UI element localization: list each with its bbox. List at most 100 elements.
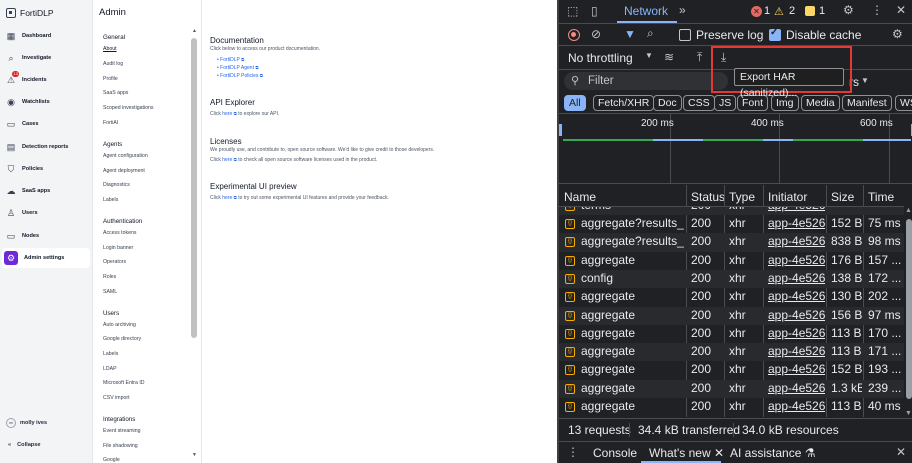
- table-row[interactable]: {} aggregate 200 xhr app-4e526af 1.3 kB 239 ..…: [559, 379, 904, 398]
- licenses-link[interactable]: here: [222, 157, 232, 163]
- admin-link-agent-configuration[interactable]: Agent configuration: [103, 153, 148, 159]
- chevron-down-icon[interactable]: ▼: [645, 52, 653, 60]
- error-count[interactable]: 1: [764, 5, 770, 17]
- cell-initiator[interactable]: app-4e526af: [768, 207, 825, 212]
- more-tabs-icon[interactable]: »: [679, 4, 686, 16]
- table-row[interactable]: {} aggregate 200 xhr app-4e526af 113 B 171 ...: [559, 343, 904, 362]
- doc-link-text[interactable]: FortiDLP Agent: [220, 65, 254, 71]
- issues-icon[interactable]: [805, 6, 815, 16]
- scroll-up-icon[interactable]: ▲: [192, 28, 197, 34]
- table-row[interactable]: {} aggregate 200 xhr app-4e526af 156 B 97 ms: [559, 306, 904, 325]
- disable-cache-label[interactable]: Disable cache: [786, 28, 861, 42]
- table-row[interactable]: {} aggregate 200 xhr app-4e526af 113 B 170 ...: [559, 325, 904, 343]
- nav-item-admin-settings[interactable]: ⚙ Admin settings: [2, 248, 90, 268]
- doc-link-fortidlp-agent[interactable]: FortiDLP Agent ⧉: [217, 65, 258, 71]
- admin-link-google[interactable]: Google: [103, 457, 120, 463]
- brand[interactable]: FortiDLP: [6, 6, 54, 20]
- nav-item-cases[interactable]: ▭ Cases: [2, 114, 90, 134]
- nav-item-nodes[interactable]: ▭ Nodes: [2, 226, 90, 246]
- cell-initiator[interactable]: app-4e526af: [768, 308, 825, 322]
- col-name[interactable]: Name: [564, 190, 596, 204]
- network-timeline[interactable]: 200 ms 400 ms 600 ms: [559, 114, 912, 184]
- scroll-down-icon[interactable]: ▼: [192, 452, 197, 458]
- warning-icon[interactable]: ⚠: [774, 5, 784, 18]
- doc-link-fortidlp[interactable]: FortiDLP ⧉: [217, 57, 244, 63]
- network-settings-icon[interactable]: ⚙: [892, 28, 903, 40]
- search-icon[interactable]: ⌕: [647, 27, 654, 39]
- more-filters-chevron-icon[interactable]: ▼: [861, 77, 869, 85]
- scroll-down-icon[interactable]: ▼: [905, 410, 912, 417]
- admin-link-google-directory[interactable]: Google directory: [103, 336, 141, 342]
- chip-fetch-xhr[interactable]: Fetch/XHR: [593, 95, 655, 111]
- preserve-log-label[interactable]: Preserve log: [696, 28, 763, 42]
- col-initiator[interactable]: Initiator: [768, 190, 807, 204]
- cell-initiator[interactable]: app-4e526af: [768, 326, 825, 340]
- filter-box[interactable]: ⚲: [564, 72, 728, 90]
- tab-network[interactable]: Network: [624, 4, 668, 18]
- nav-item-saas-apps[interactable]: ☁ SaaS apps: [2, 181, 90, 201]
- admin-link-labels[interactable]: Labels: [103, 197, 118, 203]
- chip-css[interactable]: CSS: [683, 95, 715, 111]
- table-row[interactable]: {} aggregate?results_p... 200 xhr app-4e526a…: [559, 215, 904, 233]
- requests-scrollbar-thumb[interactable]: [906, 219, 912, 399]
- drawer-menu-icon[interactable]: ⋮: [567, 446, 579, 458]
- cell-initiator[interactable]: app-4e526af: [768, 271, 825, 285]
- warning-count[interactable]: 2: [789, 5, 795, 17]
- admin-link-csv-import[interactable]: CSV import: [103, 395, 130, 401]
- close-drawer-icon[interactable]: ✕: [896, 446, 906, 458]
- close-tab-icon[interactable]: ✕: [714, 446, 724, 460]
- admin-link-user-labels[interactable]: Labels: [103, 351, 118, 357]
- nav-item-policies[interactable]: ⛉ Policies: [2, 159, 90, 179]
- admin-link-microsoft-entra-id[interactable]: Microsoft Entra ID: [103, 380, 145, 386]
- chip-manifest[interactable]: Manifest: [842, 95, 892, 111]
- table-row[interactable]: {} config 200 xhr app-4e526af 138 B 172 ...: [559, 269, 904, 289]
- drawer-tab-whats-new[interactable]: What's new ✕: [649, 446, 724, 460]
- admin-link-event-streaming[interactable]: Event streaming: [103, 428, 140, 434]
- admin-scrollbar[interactable]: ▲ ▼: [191, 28, 197, 458]
- table-row[interactable]: {} aggregate 200 xhr app-4e526af 130 B 202 ...: [559, 288, 904, 306]
- doc-link-text[interactable]: FortiDLP: [220, 57, 240, 63]
- table-row[interactable]: {} terms 200 xhr app-4e526af: [559, 207, 904, 215]
- collapse-button[interactable]: « Collapse: [8, 442, 40, 448]
- admin-link-audit-log[interactable]: Audit log: [103, 61, 123, 67]
- cell-initiator[interactable]: app-4e526af: [768, 289, 825, 303]
- admin-link-roles[interactable]: Roles: [103, 274, 116, 280]
- admin-link-saas-apps[interactable]: SaaS apps: [103, 90, 128, 96]
- nav-item-dashboard[interactable]: ▦ Dashboard: [2, 26, 90, 46]
- error-icon[interactable]: ✕: [751, 6, 762, 17]
- requests-scrollbar[interactable]: ▲ ▼: [904, 207, 912, 417]
- chip-ws[interactable]: WS: [895, 95, 912, 111]
- import-har-icon[interactable]: ⤒: [697, 51, 702, 63]
- chip-media[interactable]: Media: [801, 95, 840, 111]
- admin-link-ldap[interactable]: LDAP: [103, 366, 117, 372]
- col-time[interactable]: Time: [868, 190, 894, 204]
- table-row[interactable]: {} aggregate 200 xhr app-4e526af 152 B 193 ...: [559, 361, 904, 379]
- admin-link-diagnostics[interactable]: Diagnostics: [103, 182, 130, 188]
- drawer-tab-console[interactable]: Console: [593, 446, 637, 460]
- record-icon[interactable]: [568, 29, 580, 41]
- timeline-handle-left[interactable]: [559, 124, 562, 136]
- api-explorer-link[interactable]: here: [222, 111, 232, 117]
- admin-scrollbar-thumb[interactable]: [191, 38, 197, 338]
- preserve-log-checkbox[interactable]: [679, 29, 691, 41]
- nav-item-investigate[interactable]: ⌕ Investigate: [2, 48, 90, 68]
- cell-initiator[interactable]: app-4e526af: [768, 381, 825, 395]
- nav-item-incidents[interactable]: ⚠ 13 Incidents: [2, 70, 90, 90]
- table-row[interactable]: {} aggregate 200 xhr app-4e526af 176 B 157 ...: [559, 252, 904, 270]
- admin-link-fortiai[interactable]: FortiAI: [103, 120, 118, 126]
- admin-link-file-shadowing[interactable]: File shadowing: [103, 443, 138, 449]
- doc-link-text[interactable]: FortiDLP Policies: [220, 73, 258, 79]
- inspect-element-icon[interactable]: ⬚: [567, 5, 578, 17]
- scroll-up-icon[interactable]: ▲: [905, 207, 912, 214]
- filter-input[interactable]: [588, 73, 718, 89]
- admin-link-agent-deployment[interactable]: Agent deployment: [103, 168, 145, 174]
- col-status[interactable]: Status: [691, 190, 725, 204]
- settings-gear-icon[interactable]: ⚙: [843, 4, 854, 16]
- table-row[interactable]: {} aggregate 200 xhr app-4e526af 113 B 40 ms: [559, 398, 904, 416]
- col-type[interactable]: Type: [729, 190, 755, 204]
- network-conditions-icon[interactable]: ≋: [664, 51, 674, 63]
- chip-doc[interactable]: Doc: [653, 95, 682, 111]
- admin-link-auto-archiving[interactable]: Auto archiving: [103, 322, 136, 328]
- drawer-tab-ai-assistance[interactable]: AI assistance ⚗: [730, 446, 815, 460]
- user-profile[interactable]: mi molly ives: [6, 418, 47, 428]
